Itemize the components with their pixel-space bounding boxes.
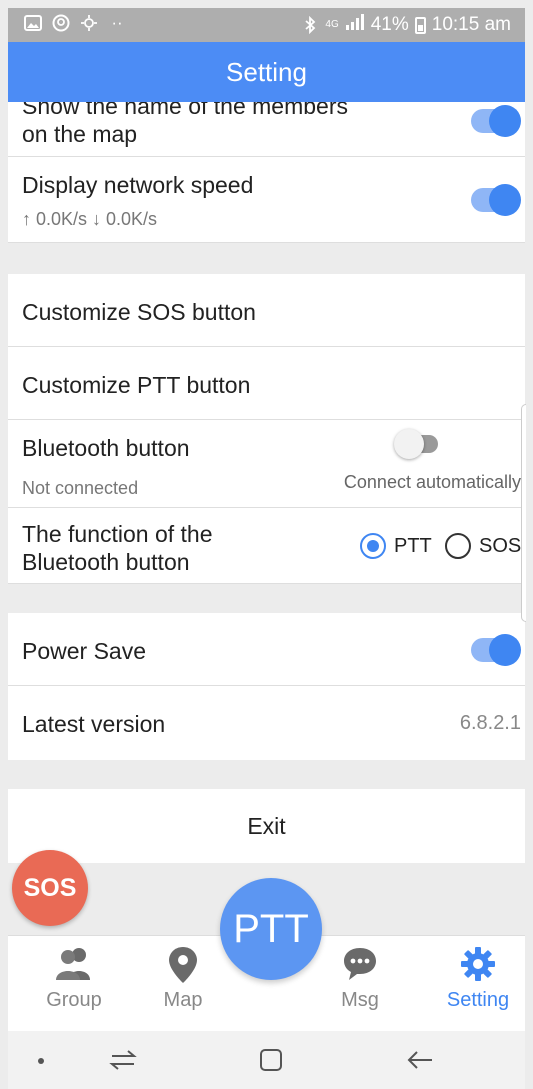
setting-power-save[interactable]: Power Save [8, 613, 525, 686]
chat-icon [342, 946, 378, 987]
home-icon[interactable] [258, 1047, 284, 1078]
bluetooth-icon [301, 15, 319, 35]
setting-latest-version[interactable]: Latest version 6.8.2.1 [8, 686, 525, 760]
radio-ptt[interactable] [360, 533, 386, 559]
connect-automatically-label: Connect automatically [343, 472, 521, 492]
radio-sos-label: SOS [479, 535, 522, 557]
customize-sos-label: Customize SOS button [22, 299, 256, 325]
nav-map[interactable]: Map [133, 936, 233, 1032]
page-title: Setting [226, 57, 307, 87]
gear-icon [460, 946, 496, 987]
nav-msg[interactable]: Msg [310, 936, 410, 1032]
scroll-indicator [521, 404, 526, 622]
status-bar: ·· 4G 41% 10:15 am [8, 8, 525, 42]
nav-group[interactable]: Group [24, 936, 124, 1032]
section-divider [8, 584, 525, 613]
nav-dot-icon [38, 1058, 44, 1064]
nav-group-label: Group [46, 989, 102, 1011]
power-save-toggle[interactable] [471, 634, 521, 666]
gallery-icon [24, 14, 42, 32]
map-pin-icon [168, 946, 198, 989]
radio-sos[interactable] [445, 533, 471, 559]
setting-bluetooth-button[interactable]: Bluetooth button Not connected Connect a… [8, 420, 525, 508]
setting-show-member-names[interactable]: Show the name of the members on the map [8, 102, 525, 157]
network-type: 4G [325, 19, 339, 30]
nav-map-label: Map [163, 989, 203, 1011]
bluetooth-status: Not connected [22, 478, 139, 498]
system-nav-bar [8, 1031, 525, 1089]
nav-msg-label: Msg [341, 989, 379, 1011]
setting-customize-sos[interactable]: Customize SOS button [8, 274, 525, 347]
show-names-toggle[interactable] [471, 105, 521, 137]
ptt-button[interactable]: PTT [220, 878, 322, 980]
radio-ptt-label: PTT [394, 535, 432, 557]
show-names-label-line1: Show the name of the members [22, 102, 348, 119]
sunlight-icon [80, 14, 98, 32]
network-speed-label: Display network speed [22, 172, 254, 198]
customize-ptt-label: Customize PTT button [22, 372, 251, 398]
network-speed-value: ↑ 0.0K/s ↓ 0.0K/s [22, 209, 158, 229]
bt-function-label-line1: The function of the [22, 521, 213, 547]
version-value: 6.8.2.1 [459, 712, 521, 734]
bluetooth-auto-toggle[interactable] [394, 429, 438, 459]
group-icon [54, 946, 94, 987]
section-divider [8, 760, 525, 789]
setting-customize-ptt[interactable]: Customize PTT button [8, 347, 525, 420]
battery-icon [414, 16, 426, 34]
nav-setting[interactable]: Setting [428, 936, 528, 1032]
assistant-icon [52, 14, 70, 32]
bt-function-label-line2: Bluetooth button [22, 549, 190, 575]
power-save-label: Power Save [22, 638, 147, 664]
setting-bluetooth-function[interactable]: The function of the Bluetooth button PTT… [8, 508, 525, 584]
setting-network-speed[interactable]: Display network speed ↑ 0.0K/s ↓ 0.0K/s [8, 157, 525, 243]
recent-apps-icon[interactable] [108, 1047, 138, 1078]
latest-version-label: Latest version [22, 711, 166, 737]
nav-setting-label: Setting [446, 989, 510, 1011]
back-icon[interactable] [406, 1047, 434, 1078]
more-icon: ·· [111, 13, 123, 32]
battery-percent: 41% [370, 14, 409, 35]
sos-floating-button[interactable]: SOS [12, 850, 88, 926]
exit-button[interactable]: Exit [8, 789, 525, 863]
bluetooth-label: Bluetooth button [22, 435, 190, 461]
app-bar: Setting [8, 42, 525, 102]
exit-label: Exit [247, 813, 286, 839]
network-speed-toggle[interactable] [471, 184, 521, 216]
show-names-label-line2: on the map [22, 121, 138, 147]
signal-icon [345, 14, 365, 36]
clock: 10:15 am [431, 14, 511, 35]
section-divider [8, 243, 525, 274]
settings-list[interactable]: Show the name of the members on the map … [8, 102, 525, 935]
